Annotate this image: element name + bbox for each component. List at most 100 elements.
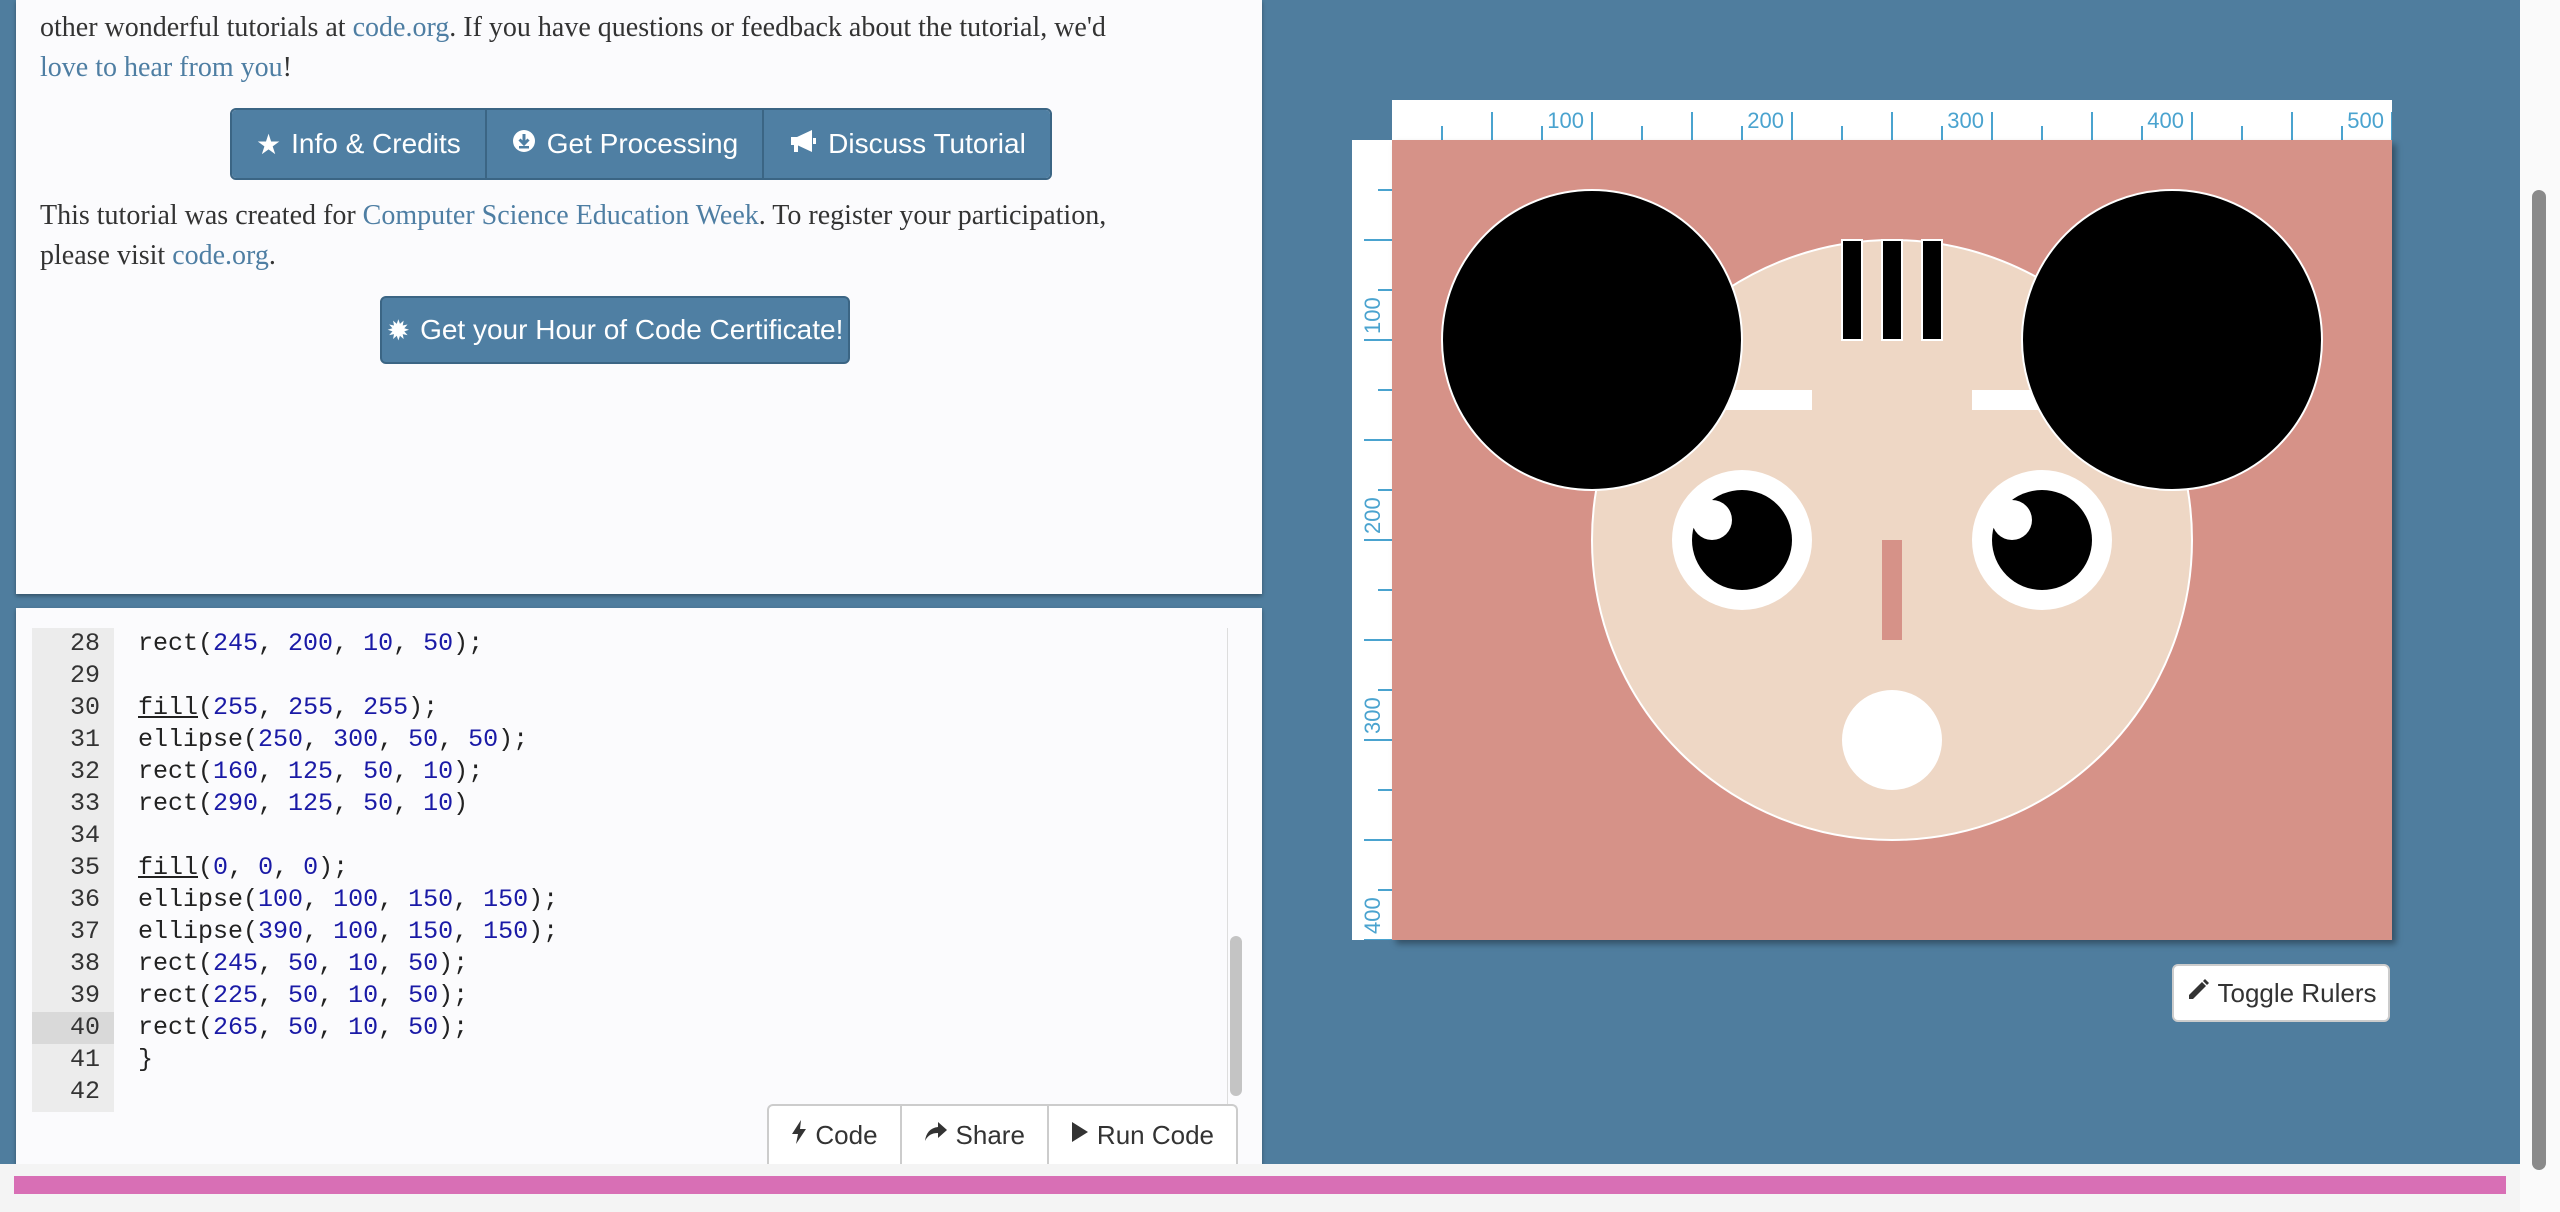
horizontal-ruler: 100 200 300 400 500 bbox=[1392, 100, 2393, 140]
code-text: } bbox=[138, 1045, 154, 1074]
certificate-label: Get your Hour of Code Certificate! bbox=[420, 314, 844, 345]
line-number: 31 bbox=[69, 725, 100, 754]
feedback-link[interactable]: love to hear from you bbox=[40, 52, 283, 83]
csed-week-link[interactable]: Computer Science Education Week bbox=[363, 200, 759, 231]
certificate-icon: ✹ bbox=[386, 314, 411, 346]
run-code-button[interactable]: Run Code bbox=[1049, 1106, 1236, 1164]
intro-text-cont: . If you have questions or feedback abou… bbox=[449, 12, 1106, 43]
line-number: 28 bbox=[69, 629, 100, 658]
mouth bbox=[1842, 690, 1942, 790]
intro-line-1: other wonderful tutorials at code.org. I… bbox=[40, 8, 1240, 48]
code-line[interactable]: 34 bbox=[32, 820, 1212, 852]
register-text-end: . bbox=[268, 240, 276, 271]
code-line[interactable]: 35 fill(0, 0, 0); bbox=[32, 852, 1212, 884]
code-text: rect(225, 50, 10, 50); bbox=[138, 981, 469, 1010]
lightning-icon bbox=[791, 1119, 807, 1151]
hair-strand-left bbox=[1841, 239, 1863, 341]
code-editor[interactable]: 28 rect(245, 200, 10, 50); 29 30 fill(255, 2… bbox=[32, 628, 1232, 1112]
code-line[interactable]: 37 ellipse(390, 100, 150, 150); bbox=[32, 916, 1212, 948]
code-text: rect(265, 50, 10, 50); bbox=[138, 1013, 469, 1042]
processing-canvas bbox=[1392, 140, 2392, 940]
code-line[interactable]: 41} bbox=[32, 1044, 1212, 1076]
discuss-tutorial-button[interactable]: Discuss Tutorial bbox=[764, 110, 1050, 178]
code-button-label: Code bbox=[815, 1119, 878, 1150]
code-line[interactable]: 28 rect(245, 200, 10, 50); bbox=[32, 628, 1212, 660]
right-eye-highlight bbox=[1992, 500, 2032, 540]
hair-strand-center bbox=[1881, 239, 1903, 341]
share-arrow-icon bbox=[924, 1121, 948, 1150]
bullhorn-icon bbox=[788, 128, 818, 161]
line-number: 41 bbox=[69, 1045, 100, 1074]
register-line-2: please visit code.org. bbox=[40, 236, 1240, 276]
toggle-rulers-label: Toggle Rulers bbox=[2217, 977, 2377, 1008]
register-paragraph: This tutorial was created for Computer S… bbox=[40, 196, 1240, 276]
run-code-label: Run Code bbox=[1096, 1119, 1214, 1150]
code-line[interactable]: 29 bbox=[32, 660, 1212, 692]
download-icon bbox=[511, 128, 537, 161]
code-org-link[interactable]: code.org bbox=[353, 12, 450, 43]
code-text: ellipse(100, 100, 150, 150); bbox=[138, 885, 559, 914]
code-org-register-link[interactable]: code.org bbox=[172, 240, 269, 271]
editor-scrollbar-thumb[interactable] bbox=[1230, 936, 1242, 1096]
register-line-1: This tutorial was created for Computer S… bbox=[40, 196, 1240, 236]
line-number: 37 bbox=[69, 917, 100, 946]
get-processing-label: Get Processing bbox=[546, 128, 739, 159]
pencil-icon bbox=[2186, 978, 2210, 1009]
hair-strand-right bbox=[1921, 239, 1943, 341]
tutorial-text-panel: other wonderful tutorials at code.org. I… bbox=[16, 0, 1262, 594]
nose bbox=[1882, 540, 1902, 640]
info-credits-label: Info & Credits bbox=[291, 128, 461, 159]
line-number: 38 bbox=[69, 949, 100, 978]
vertical-ruler: 100 200 300 400 bbox=[1352, 140, 1392, 941]
page-scrollbar-thumb[interactable] bbox=[2532, 190, 2546, 1170]
code-text: fill(0, 0, 0); bbox=[138, 853, 349, 882]
info-credits-button[interactable]: ★ Info & Credits bbox=[232, 110, 487, 178]
line-number: 34 bbox=[69, 821, 100, 850]
discuss-tutorial-label: Discuss Tutorial bbox=[828, 128, 1026, 159]
code-line[interactable]: 36 ellipse(100, 100, 150, 150); bbox=[32, 884, 1212, 916]
register-text-cont: . To register your participation, bbox=[758, 200, 1107, 231]
line-number: 33 bbox=[69, 789, 100, 818]
progress-bar bbox=[14, 1176, 2506, 1194]
sketch-output bbox=[1392, 140, 2392, 940]
code-line[interactable]: 40 rect(265, 50, 10, 50); bbox=[32, 1012, 1212, 1044]
certificate-button[interactable]: ✹ Get your Hour of Code Certificate! bbox=[380, 296, 850, 364]
star-icon: ★ bbox=[256, 128, 282, 160]
code-text: rect(245, 200, 10, 50); bbox=[138, 629, 484, 658]
code-text: ellipse(390, 100, 150, 150); bbox=[138, 917, 559, 946]
line-number: 35 bbox=[69, 853, 100, 882]
line-number: 39 bbox=[69, 981, 100, 1010]
right-ear bbox=[2021, 189, 2323, 491]
get-processing-button[interactable]: Get Processing bbox=[486, 110, 765, 178]
toggle-rulers-button[interactable]: Toggle Rulers bbox=[2172, 964, 2390, 1022]
code-line[interactable]: 38 rect(245, 50, 10, 50); bbox=[32, 948, 1212, 980]
vertical-ruler-marks: 100 200 300 400 bbox=[1360, 189, 1392, 941]
code-line[interactable]: 33 rect(290, 125, 50, 10) bbox=[32, 788, 1212, 820]
intro-line-2: love to hear from you! bbox=[40, 48, 1240, 88]
share-button[interactable]: Share bbox=[902, 1106, 1049, 1164]
line-number: 30 bbox=[69, 693, 100, 722]
ruler-label: 400 bbox=[1360, 897, 1385, 934]
code-line[interactable]: 30 fill(255, 255, 255); bbox=[32, 692, 1212, 724]
intro-paragraph: other wonderful tutorials at code.org. I… bbox=[40, 8, 1240, 88]
ruler-label: 200 bbox=[1360, 497, 1385, 534]
code-line[interactable]: 39 rect(225, 50, 10, 50); bbox=[32, 980, 1212, 1012]
line-number: 32 bbox=[69, 757, 100, 786]
code-button[interactable]: Code bbox=[769, 1106, 902, 1164]
code-line[interactable]: 32 rect(160, 125, 50, 10); bbox=[32, 756, 1212, 788]
left-eye-highlight bbox=[1692, 500, 1732, 540]
ruler-label: 400 bbox=[2147, 108, 2184, 133]
code-line[interactable]: 31 ellipse(250, 300, 50, 50); bbox=[32, 724, 1212, 756]
tutorial-button-group: ★ Info & Credits Get Processing Discuss … bbox=[230, 108, 1052, 180]
ruler-label: 300 bbox=[1947, 108, 1984, 133]
register-text: This tutorial was created for bbox=[40, 200, 363, 231]
ruler-label: 300 bbox=[1360, 697, 1385, 734]
editor-toolbar: Code Share Run Code bbox=[767, 1104, 1238, 1164]
code-text: ellipse(250, 300, 50, 50); bbox=[138, 725, 529, 754]
left-ear bbox=[1441, 189, 1743, 491]
ruler-label: 500 bbox=[2347, 108, 2384, 133]
code-editor-panel: 28 rect(245, 200, 10, 50); 29 30 fill(255, 2… bbox=[16, 608, 1262, 1164]
code-text: rect(245, 50, 10, 50); bbox=[138, 949, 469, 978]
share-button-label: Share bbox=[955, 1119, 1025, 1150]
code-text: rect(290, 125, 50, 10) bbox=[138, 789, 469, 818]
